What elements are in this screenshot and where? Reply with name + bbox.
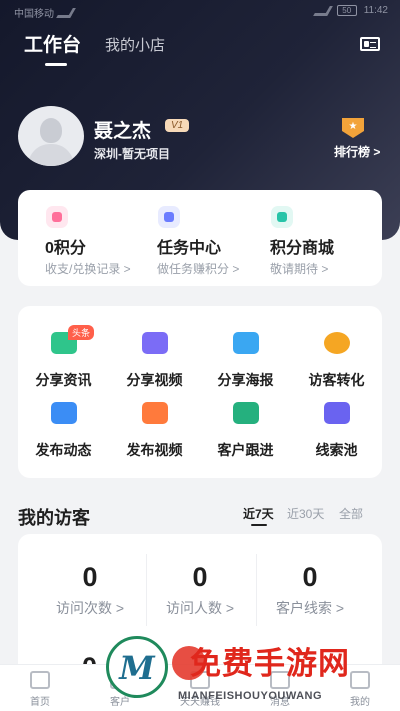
carrier-text: 中国移动	[14, 9, 54, 20]
publish-video-icon	[142, 402, 168, 424]
task-center[interactable]: 任务中心 做任务赚积分 >	[130, 190, 250, 286]
points-mall[interactable]: 积分商城 敬请期待 >	[243, 190, 363, 286]
watermark-subtext: MIANFEISHOUYOUWANG	[178, 690, 323, 702]
profile-icon	[350, 671, 370, 689]
visit-count-value: 0	[82, 562, 98, 592]
avatar[interactable]	[18, 106, 84, 166]
filter-7-days[interactable]: 近7天	[243, 505, 274, 526]
function-grid: 头条 分享资讯 分享视频 分享海报 访客转化 发布动态 发布视频 客户跟进 线索…	[18, 306, 382, 478]
customer-follow-label: 客户跟进	[217, 442, 274, 458]
tab-my-shop[interactable]: 我的小店	[105, 34, 165, 57]
publish-video-label: 发布视频	[126, 442, 183, 458]
mall-sub: 敬请期待 >	[270, 262, 329, 276]
mall-icon	[271, 206, 293, 228]
visitor-convert-icon	[324, 332, 350, 354]
visit-count-label: 访问次数 >	[55, 600, 125, 616]
battery-icon: 50	[336, 5, 357, 16]
visitor-convert[interactable]: 访客转化	[291, 310, 382, 388]
visit-count[interactable]: 0 访问次数 >	[30, 534, 150, 634]
share-news[interactable]: 头条 分享资讯	[18, 310, 109, 388]
wifi-icon	[312, 5, 333, 16]
visitor-count-value: 0	[192, 562, 208, 592]
top-nav: 工作台 我的小店	[24, 30, 165, 66]
customer-follow-icon	[233, 402, 259, 424]
share-video[interactable]: 分享视频	[109, 310, 200, 388]
filter-all[interactable]: 全部	[339, 505, 363, 522]
level-badge: V1	[165, 119, 190, 132]
poster-icon	[233, 332, 259, 354]
publish-post[interactable]: 发布动态	[18, 380, 109, 458]
status-bar: 中国移动 50 11:42	[0, 0, 400, 22]
task-icon	[158, 206, 180, 228]
visitor-count[interactable]: 0 访问人数 >	[140, 534, 260, 634]
publish-post-label: 发布动态	[35, 442, 92, 458]
watermark-text: 免费手游网	[190, 646, 350, 682]
points-sub: 收支/兑换记录 >	[45, 262, 131, 276]
home-icon	[30, 671, 50, 689]
points-icon	[46, 206, 68, 228]
customer-leads[interactable]: 0 客户线索 >	[250, 534, 370, 634]
points-card: 0积分 收支/兑换记录 > 任务中心 做任务赚积分 > 积分商城 敬请期待 >	[18, 190, 382, 286]
user-name: 聂之杰	[94, 121, 152, 142]
task-sub: 做任务赚积分 >	[157, 262, 240, 276]
customer-follow[interactable]: 客户跟进	[200, 380, 291, 458]
customer-leads-value: 0	[302, 562, 318, 592]
publish-post-icon	[51, 402, 77, 424]
mall-title: 积分商城	[270, 240, 335, 257]
customer-leads-label: 客户线索 >	[275, 600, 345, 616]
lead-pool-label: 线索池	[315, 442, 358, 458]
points-title: 0积分	[45, 240, 86, 257]
business-card-icon[interactable]	[360, 37, 380, 51]
filter-30-days[interactable]: 近30天	[287, 505, 324, 522]
publish-video[interactable]: 发布视频	[109, 380, 200, 458]
ranking-link[interactable]: 排行榜 >	[334, 143, 380, 160]
nav-home[interactable]: 首页	[0, 665, 80, 711]
task-title: 任务中心	[157, 240, 222, 257]
watermark-logo: M	[106, 636, 168, 698]
lead-pool[interactable]: 线索池	[291, 380, 382, 458]
video-icon	[142, 332, 168, 354]
lead-pool-icon	[324, 402, 350, 424]
points-stat[interactable]: 0积分 收支/兑换记录 >	[18, 190, 138, 286]
status-time: 11:42	[363, 5, 388, 16]
visitors-title: 我的访客	[18, 508, 90, 528]
nav-profile-label: 我的	[350, 697, 370, 708]
user-location: 深圳-暂无项目	[94, 147, 170, 161]
headline-tag: 头条	[68, 325, 95, 340]
signal-icon	[56, 7, 76, 18]
watermark-logo-letter: M	[119, 649, 155, 687]
tab-workbench[interactable]: 工作台	[24, 30, 81, 66]
nav-home-label: 首页	[30, 697, 50, 708]
share-poster[interactable]: 分享海报	[200, 310, 291, 388]
visitor-count-label: 访问人数 >	[165, 600, 235, 616]
